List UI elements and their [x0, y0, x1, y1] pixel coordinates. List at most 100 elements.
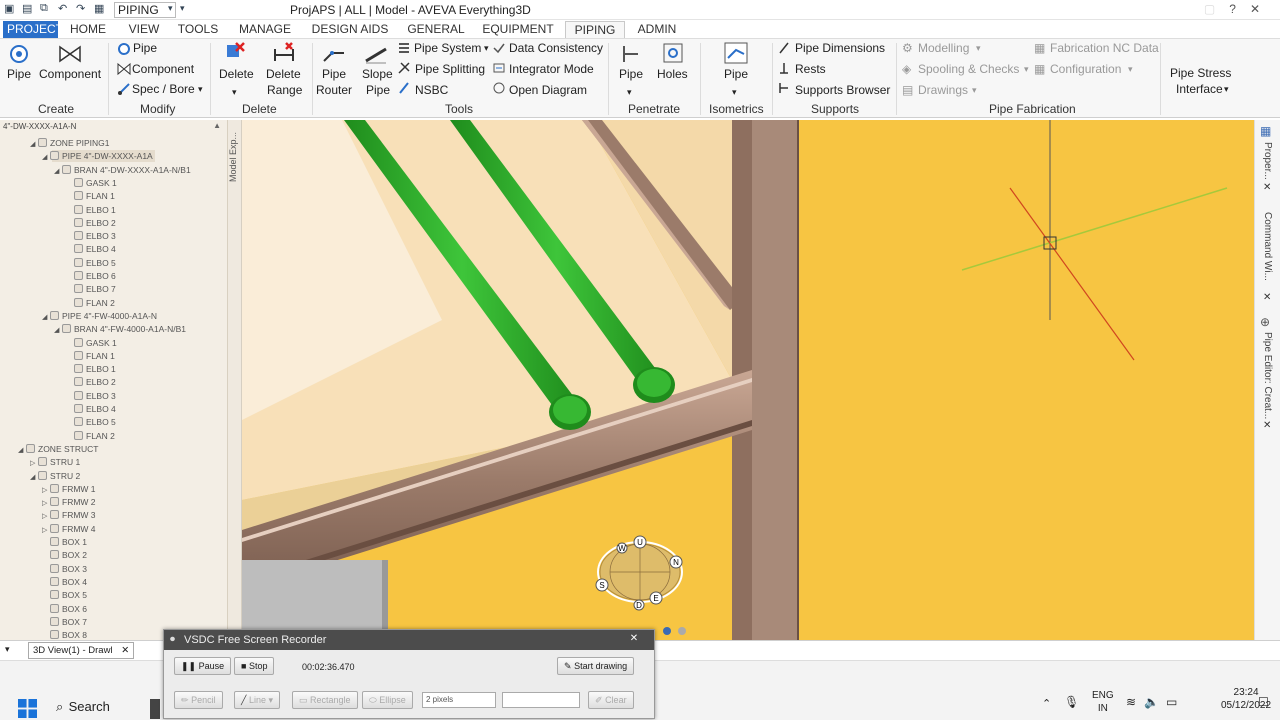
taskbar-clock[interactable]: 23:24 05/12/2022 [1221, 686, 1271, 712]
line-width-select[interactable]: 2 pixels [422, 692, 496, 708]
tree-node[interactable]: ELBO 5 [66, 416, 116, 428]
pipe-dimensions-button[interactable]: Pipe Dimensions [795, 41, 885, 55]
chevron-down-icon[interactable]: ▾ [484, 41, 489, 55]
create-component-button[interactable]: Component [39, 67, 101, 81]
chevron-down-icon[interactable]: ▾ [1224, 82, 1229, 96]
tree-node[interactable]: GASK 1 [66, 337, 117, 349]
modify-pipe-button[interactable]: Pipe [133, 41, 157, 55]
compass-west-label[interactable]: W [618, 544, 626, 553]
tree-node[interactable]: BOX 1 [42, 536, 87, 548]
open-diagram-button[interactable]: Open Diagram [509, 83, 587, 97]
tree-node[interactable]: ELBO 1 [66, 363, 116, 375]
tab-project[interactable]: PROJECT [3, 21, 63, 38]
tree-node[interactable]: ELBO 3 [66, 230, 116, 242]
redo-icon[interactable]: ↷ [76, 2, 85, 15]
battery-icon[interactable]: ▭ [1166, 695, 1177, 709]
tree-node[interactable]: ◢ ZONE STRUCT [18, 443, 98, 457]
tab-general[interactable]: GENERAL [406, 21, 466, 38]
microphone-icon[interactable]: 🎙 [1064, 695, 1079, 709]
tree-node[interactable]: FLAN 1 [66, 350, 115, 362]
chevron-down-icon[interactable]: ▾ [976, 41, 981, 55]
ellipse-tool-button[interactable]: ⬭ Ellipse [362, 691, 413, 709]
expand-toggle-icon[interactable]: ◢ [54, 166, 62, 178]
windows-start-icon[interactable] [18, 699, 37, 718]
tree-node[interactable]: GASK 1 [66, 177, 117, 189]
minimize-icon[interactable]: ▢ [1204, 2, 1229, 16]
tree-node[interactable]: ELBO 6 [66, 270, 116, 282]
drawings-button[interactable]: Drawings [918, 83, 968, 97]
tree-node[interactable]: ◢ ZONE PIPING1 [30, 137, 110, 151]
taskbar-search[interactable]: ⌕ Search [56, 699, 110, 715]
clear-button[interactable]: ✐ Clear [588, 691, 634, 709]
tree-node[interactable]: BOX 8 [42, 629, 87, 640]
modify-component-button[interactable]: Component [132, 62, 194, 76]
chevron-down-icon[interactable]: ▾ [168, 3, 173, 14]
tree-node[interactable]: FLAN 1 [66, 190, 115, 202]
close-icon[interactable]: ✕ [1263, 182, 1271, 193]
quick-access-icon[interactable]: ⧉ [40, 2, 48, 15]
expand-toggle-icon[interactable]: ▷ [42, 498, 50, 510]
chevron-down-icon[interactable]: ▾ [232, 85, 237, 99]
data-consistency-button[interactable]: Data Consistency [509, 41, 603, 55]
tree-node[interactable]: ELBO 2 [66, 376, 116, 388]
model-explorer-side-tab[interactable]: Model Exp... [228, 120, 242, 640]
chevron-down-icon[interactable]: ▾ [732, 85, 737, 99]
explorer-search[interactable]: 4"-DW-XXXX-A1A-N [0, 120, 226, 134]
integrator-mode-button[interactable]: Integrator Mode [509, 62, 594, 76]
3d-scene[interactable]: U W N S E D [242, 120, 1254, 640]
volume-icon[interactable]: 🔈 [1144, 695, 1159, 709]
undo-icon[interactable]: ↶ [58, 2, 67, 15]
fabrication-nc-button[interactable]: Fabrication NC Data [1050, 41, 1159, 55]
tree-node[interactable]: FLAN 2 [66, 297, 115, 309]
customize-icon[interactable]: ▾ [180, 3, 185, 14]
tree-node[interactable]: ELBO 3 [66, 390, 116, 402]
properties-icon[interactable]: ▦ [1260, 124, 1271, 138]
tree-node[interactable]: ▷ FRMW 2 [42, 496, 96, 510]
tree-node[interactable]: ◢ BRAN 4"-DW-XXXX-A1A-N/B1 [54, 164, 191, 178]
view-icon[interactable]: ▦ [94, 2, 104, 15]
isometric-pipe-button[interactable]: Pipe [724, 67, 748, 81]
expand-toggle-icon[interactable]: ▷ [42, 485, 50, 497]
tab-admin[interactable]: ADMIN [634, 21, 680, 38]
chevron-up-icon[interactable]: ⌃ [1042, 697, 1051, 710]
chevron-up-icon[interactable]: ▲ [213, 121, 221, 130]
holes-button[interactable]: Holes [657, 67, 688, 81]
tab-design-aids[interactable]: DESIGN AIDS [310, 21, 390, 38]
tree-node[interactable]: ELBO 5 [66, 257, 116, 269]
modelling-button[interactable]: Modelling [918, 41, 969, 55]
recorder-stop-button[interactable]: ■ Stop [234, 657, 275, 675]
dock-tab-pipe-editor[interactable]: Pipe Editor: Creat... [1262, 332, 1273, 419]
tree-node[interactable]: BOX 2 [42, 549, 87, 561]
tab-equipment[interactable]: EQUIPMENT [482, 21, 554, 38]
chevron-down-icon[interactable]: ▾ [5, 644, 10, 655]
pipe-router-button[interactable]: Pipe [322, 67, 346, 81]
penetrate-pipe-button[interactable]: Pipe [619, 67, 643, 81]
tree-node[interactable]: ▷ FRMW 1 [42, 483, 96, 497]
window-controls[interactable]: ▢?✕ [1204, 2, 1274, 16]
rests-button[interactable]: Rests [795, 62, 826, 76]
3d-viewport[interactable]: U W N S E D [242, 120, 1254, 640]
recorder-pause-button[interactable]: ❚❚ Pause [174, 657, 232, 675]
expand-toggle-icon[interactable]: ▷ [42, 525, 50, 537]
tree-node[interactable]: ELBO 7 [66, 283, 116, 295]
restore-icon[interactable]: ? [1229, 2, 1250, 16]
tab-view[interactable]: VIEW [124, 21, 164, 38]
wifi-icon[interactable]: ≋ [1126, 695, 1136, 709]
tree-node[interactable]: ◢ BRAN 4"-FW-4000-A1A-N/B1 [54, 323, 186, 337]
expand-toggle-icon[interactable]: ▷ [42, 511, 50, 523]
supports-browser-button[interactable]: Supports Browser [795, 83, 890, 97]
view-compass[interactable] [597, 541, 683, 603]
compass-north-label[interactable]: N [673, 558, 679, 567]
tree-node[interactable]: FLAN 2 [66, 430, 115, 442]
start-drawing-button[interactable]: ✎ Start drawing [557, 657, 635, 675]
app-icon[interactable]: ▣ [4, 2, 14, 15]
tree-node[interactable]: BOX 7 [42, 616, 87, 628]
tree-node[interactable]: ELBO 4 [66, 403, 116, 415]
tree-node[interactable]: BOX 6 [42, 603, 87, 615]
expand-toggle-icon[interactable]: ◢ [30, 472, 38, 484]
pipe-system-button[interactable]: Pipe System [414, 41, 481, 55]
chevron-down-icon[interactable]: ▾ [627, 85, 632, 99]
context-combo[interactable]: PIPING [114, 2, 176, 18]
tab-manage[interactable]: MANAGE [238, 21, 292, 38]
tree-node[interactable]: ELBO 2 [66, 217, 116, 229]
